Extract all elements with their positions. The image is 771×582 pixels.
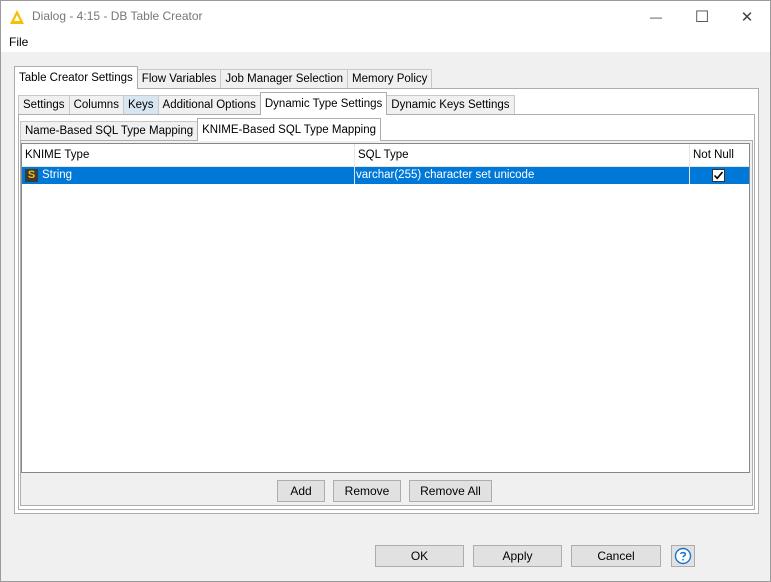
add-button[interactable]: Add xyxy=(277,480,325,502)
not-null-checkbox[interactable] xyxy=(712,169,725,182)
tab-dynamic-keys-settings[interactable]: Dynamic Keys Settings xyxy=(386,95,515,115)
tab-memory-policy[interactable]: Memory Policy xyxy=(347,69,433,89)
tab-job-manager-selection[interactable]: Job Manager Selection xyxy=(220,69,349,89)
menu-file[interactable]: File xyxy=(9,35,28,49)
close-button[interactable]: ✕ xyxy=(724,1,770,32)
sub-tab-row: Settings Columns Keys Additional Options… xyxy=(18,92,515,115)
tab-additional-options[interactable]: Additional Options xyxy=(157,95,261,115)
sql-type-value: varchar(255) character set unicode xyxy=(356,169,535,181)
tab-dynamic-type-settings[interactable]: Dynamic Type Settings xyxy=(259,92,388,115)
mapping-tab-row: Name-Based SQL Type Mapping KNIME-Based … xyxy=(20,118,381,141)
minimize-icon: — xyxy=(650,9,662,24)
knime-type-value: String xyxy=(42,169,73,181)
cell-sql-type[interactable]: varchar(255) character set unicode xyxy=(355,167,690,184)
close-icon: ✕ xyxy=(740,8,754,26)
header-knime-type[interactable]: KNIME Type xyxy=(22,144,355,167)
tab-settings[interactable]: Settings xyxy=(18,95,70,115)
apply-button[interactable]: Apply xyxy=(473,545,562,567)
table-row[interactable]: S String varchar(255) character set unic… xyxy=(22,167,749,184)
cell-knime-type[interactable]: S String xyxy=(22,167,355,184)
tab-name-based-sql-type-mapping[interactable]: Name-Based SQL Type Mapping xyxy=(20,121,199,141)
window-title: Dialog - 4:15 - DB Table Creator xyxy=(32,9,203,23)
remove-all-button[interactable]: Remove All xyxy=(409,480,492,502)
string-type-icon: S xyxy=(25,169,38,182)
table-header: KNIME Type SQL Type Not Null xyxy=(22,144,749,167)
menu-bar: File xyxy=(1,32,770,52)
tab-knime-based-sql-type-mapping[interactable]: KNIME-Based SQL Type Mapping xyxy=(197,118,381,141)
tab-flow-variables[interactable]: Flow Variables xyxy=(136,69,222,89)
cancel-button[interactable]: Cancel xyxy=(571,545,661,567)
checkmark-icon xyxy=(713,171,724,180)
title-bar[interactable]: Dialog - 4:15 - DB Table Creator — ☐ ✕ xyxy=(1,1,770,32)
type-mapping-table[interactable]: KNIME Type SQL Type Not Null S String va… xyxy=(21,143,750,473)
tab-keys[interactable]: Keys xyxy=(122,95,159,115)
header-not-null[interactable]: Not Null xyxy=(690,144,749,167)
knime-warning-icon xyxy=(10,10,24,24)
minimize-button[interactable]: — xyxy=(633,1,679,32)
maximize-icon: ☐ xyxy=(694,8,710,26)
cell-not-null[interactable] xyxy=(690,167,749,184)
main-tab-row: Table Creator Settings Flow Variables Jo… xyxy=(14,66,433,89)
maximize-button[interactable]: ☐ xyxy=(679,1,725,32)
help-button[interactable] xyxy=(671,545,695,567)
header-sql-type[interactable]: SQL Type xyxy=(355,144,690,167)
remove-button[interactable]: Remove xyxy=(333,480,401,502)
dialog-window: Dialog - 4:15 - DB Table Creator — ☐ ✕ F… xyxy=(0,0,771,582)
ok-button[interactable]: OK xyxy=(375,545,464,567)
tab-columns[interactable]: Columns xyxy=(68,95,124,115)
tab-table-creator-settings[interactable]: Table Creator Settings xyxy=(14,66,138,89)
help-icon xyxy=(674,547,692,565)
